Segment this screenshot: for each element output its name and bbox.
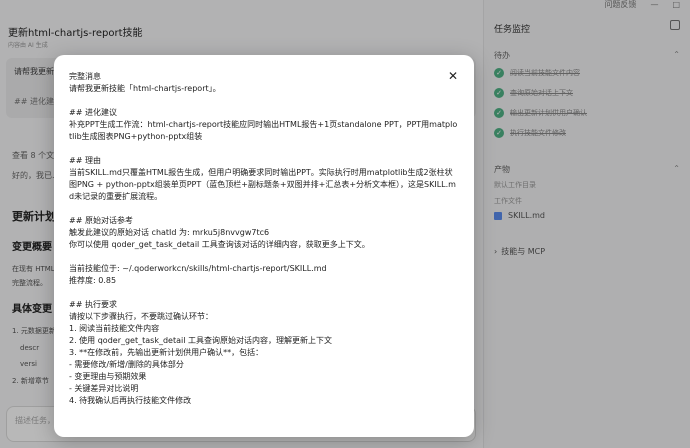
message-line: ## 原始对话参考 <box>69 216 133 225</box>
line-spacer <box>69 95 459 107</box>
message-line: - 关键差异对比说明 <box>69 384 139 393</box>
message-line: 4. 待我确认后再执行技能文件修改 <box>69 396 192 405</box>
message-line: 请帮我更新技能「html-chartjs-report」。 <box>69 84 221 93</box>
dialog-body: 完整消息请帮我更新技能「html-chartjs-report」。 ## 进化建议… <box>69 71 459 407</box>
message-line: 触发此建议的原始对话 chatId 为: mrku5j8nvvgw7tc6 <box>69 228 270 237</box>
message-line: ## 理由 <box>69 156 101 165</box>
message-line: 当前技能位于: ~/.qoderworkcn/skills/html-chart… <box>69 264 327 273</box>
message-line: 你可以使用 qoder_get_task_detail 工具查询该对话的详细内容… <box>69 240 370 249</box>
message-line: 当前SKILL.md只覆盖HTML报告生成，但用户明确要求同时输出PPT。实际执… <box>69 168 456 201</box>
message-line: - 变更理由与预期效果 <box>69 372 147 381</box>
message-line: ## 进化建议 <box>69 108 117 117</box>
line-spacer <box>69 143 459 155</box>
full-message-dialog: ✕ 完整消息 请帮我更新技能「html-chartjs-report」。 ## 进化… <box>54 55 474 437</box>
message-line: 3. **在修改前，先输出更新计划供用户确认**，包括： <box>69 348 264 357</box>
message-line: 推荐度: 0.85 <box>69 276 117 285</box>
message-line: ## 执行要求 <box>69 300 117 309</box>
dialog-title: 完整消息 <box>69 72 101 81</box>
message-line: - 需要修改/新增/删除的具体部分 <box>69 360 184 369</box>
message-line: 请按以下步骤执行，不要跳过确认环节： <box>69 312 213 321</box>
message-line: 1. 阅读当前技能文件内容 <box>69 324 160 333</box>
message-line: 补充PPT生成工作流：html-chartjs-report技能应同时输出HTM… <box>69 120 458 141</box>
line-spacer <box>69 203 459 215</box>
message-line: 2. 使用 qoder_get_task_detail 工具查询原始对话内容，理… <box>69 336 332 345</box>
line-spacer <box>69 251 459 263</box>
line-spacer <box>69 287 459 299</box>
